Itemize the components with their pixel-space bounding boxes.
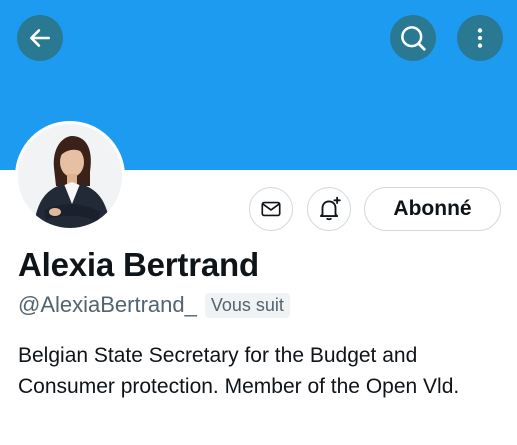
more-vertical-icon bbox=[477, 28, 483, 48]
handle-row: @AlexiaBertrand_ Vous suit bbox=[18, 292, 290, 318]
mail-icon bbox=[261, 201, 281, 217]
profile-name: Alexia Bertrand bbox=[18, 246, 259, 283]
arrow-left-icon bbox=[30, 29, 50, 47]
following-button[interactable]: Abonné bbox=[364, 187, 501, 231]
profile-avatar[interactable] bbox=[15, 121, 125, 231]
message-button[interactable] bbox=[249, 187, 293, 231]
more-options-button[interactable] bbox=[457, 15, 503, 61]
follows-you-badge: Vous suit bbox=[204, 292, 290, 318]
notify-button[interactable] bbox=[307, 187, 351, 231]
search-button[interactable] bbox=[390, 15, 436, 61]
avatar-photo bbox=[18, 124, 122, 228]
profile-bio: Belgian State Secretary for the Budget a… bbox=[18, 344, 460, 398]
back-button[interactable] bbox=[17, 15, 63, 61]
profile-handle: @AlexiaBertrand_ bbox=[18, 292, 197, 317]
bell-plus-icon bbox=[319, 196, 341, 221]
search-icon bbox=[401, 26, 426, 51]
